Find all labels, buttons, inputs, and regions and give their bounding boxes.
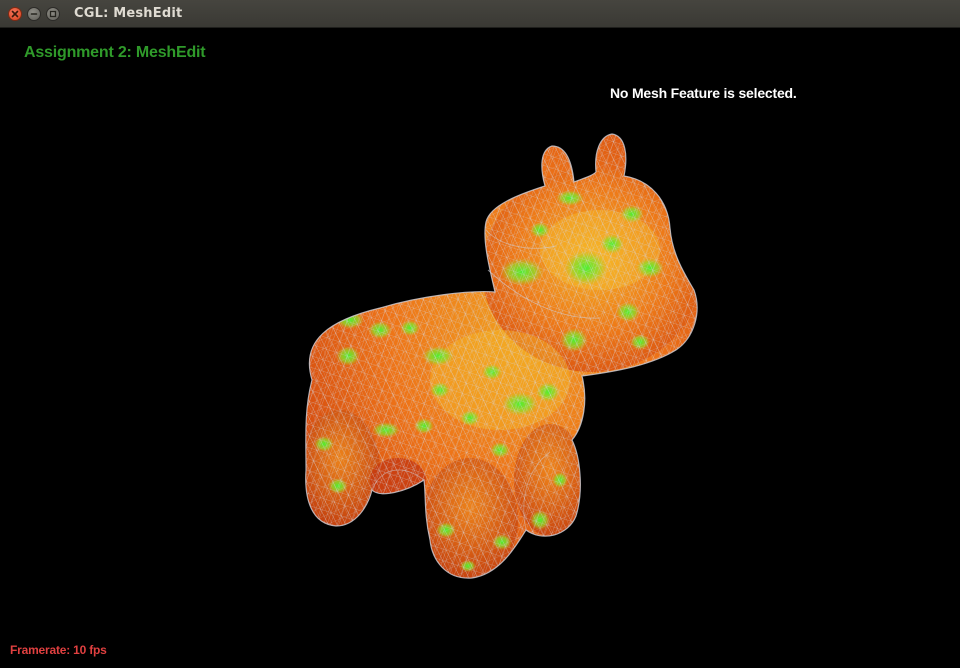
app-heading: Assignment 2: MeshEdit [24,44,206,61]
framerate-readout: Framerate: 10 fps [10,643,107,657]
window-title: CGL: MeshEdit [74,6,183,21]
framerate-value: 10 fps [73,643,107,657]
minimize-icon[interactable] [27,7,41,21]
title-bar[interactable]: CGL: MeshEdit [0,0,960,28]
render-viewport[interactable]: Assignment 2: MeshEdit No Mesh Feature i… [0,28,960,668]
selection-status: No Mesh Feature is selected. [610,85,797,101]
maximize-icon[interactable] [46,7,60,21]
framerate-label: Framerate: [10,643,71,657]
close-icon[interactable] [8,7,22,21]
app-window: CGL: MeshEdit Assignment 2: MeshEdit No … [0,0,960,668]
cow-mesh[interactable] [0,28,960,668]
